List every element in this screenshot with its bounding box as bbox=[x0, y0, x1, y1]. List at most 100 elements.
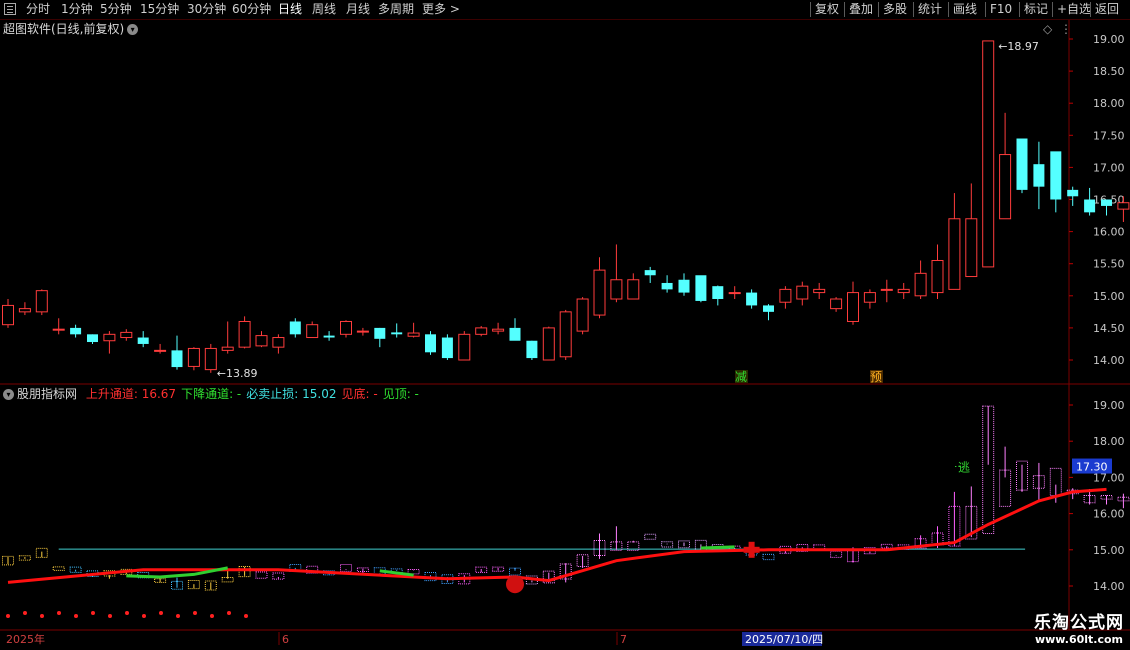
candle-body-down bbox=[1016, 138, 1028, 190]
candle-body-down bbox=[425, 334, 436, 353]
candle-body-up bbox=[914, 272, 927, 297]
candle-body-up bbox=[796, 285, 809, 300]
candle-body-up bbox=[948, 218, 961, 290]
watermark-url: www.60lt.com bbox=[1034, 633, 1124, 646]
bottom-dot-marker bbox=[125, 611, 129, 615]
candle-body-up bbox=[255, 335, 268, 347]
candle-body-up bbox=[542, 327, 555, 361]
candle-body-down bbox=[171, 350, 183, 368]
bottom-signal-cross bbox=[506, 575, 524, 594]
price-axis-label: 18.50 bbox=[1093, 65, 1125, 78]
candle-body-up bbox=[492, 328, 505, 332]
price-axis-label: 19.00 bbox=[1093, 33, 1125, 46]
candle-body-down bbox=[1033, 164, 1045, 187]
price-axis-label: 14.00 bbox=[1093, 354, 1125, 367]
bottom-dot-marker bbox=[57, 611, 61, 615]
candle-body-down bbox=[137, 337, 149, 344]
candle-body-down bbox=[289, 321, 301, 335]
marker-reduce-label: 减 bbox=[735, 370, 747, 384]
price-axis-label: 17.00 bbox=[1093, 161, 1125, 174]
candle-body-up bbox=[187, 347, 200, 367]
candle-body-up bbox=[204, 347, 217, 371]
candle-body-down bbox=[763, 305, 774, 312]
candle-body-down bbox=[526, 340, 538, 359]
candle-body-up bbox=[103, 333, 116, 342]
marker-forecast-label: 预 bbox=[870, 370, 882, 384]
indicator-axis-label: 14.00 bbox=[1093, 580, 1125, 593]
bottom-dot-marker bbox=[6, 614, 10, 618]
watermark-title: 乐淘公式网 bbox=[1034, 613, 1124, 633]
candle-body-up bbox=[863, 292, 876, 303]
indicator-bar-body bbox=[644, 533, 657, 540]
candle-body-up bbox=[610, 279, 623, 300]
candle-body-down bbox=[509, 327, 521, 341]
candle-body-up bbox=[847, 292, 859, 322]
candle-body-up bbox=[458, 333, 471, 361]
candle-body-up bbox=[576, 298, 589, 332]
candle-body-down bbox=[87, 334, 98, 343]
bottom-dot-marker bbox=[91, 611, 95, 615]
candle-body-up bbox=[52, 328, 65, 331]
candle-body-up bbox=[965, 218, 978, 278]
candle-body-down bbox=[1084, 199, 1096, 213]
cursor-date-label: 2025/07/10/四 bbox=[745, 633, 823, 646]
candle-body-down bbox=[644, 270, 656, 276]
candle-body-up bbox=[1117, 202, 1130, 210]
price-axis-label: 18.00 bbox=[1093, 97, 1125, 110]
watermark: 乐淘公式网 www.60lt.com bbox=[1034, 608, 1124, 646]
time-axis-label: 2025年 bbox=[6, 632, 45, 646]
escape-signal-label: 逃 bbox=[958, 461, 970, 475]
price-axis-label: 15.00 bbox=[1093, 290, 1125, 303]
candle-body-up bbox=[407, 332, 420, 337]
time-axis-label: 7 bbox=[620, 633, 627, 646]
candle-body-up bbox=[593, 269, 606, 316]
candle-body-up bbox=[728, 292, 741, 295]
kline-chart[interactable]: 19.0018.5018.0017.5017.0016.5016.0015.50… bbox=[0, 0, 1130, 650]
candle-body-up bbox=[272, 337, 285, 348]
bottom-dot-marker bbox=[227, 611, 231, 615]
candle-body-down bbox=[441, 337, 453, 359]
candle-body-up bbox=[779, 288, 792, 303]
candle-body-up bbox=[340, 320, 352, 335]
indicator-axis-label: 16.00 bbox=[1093, 508, 1125, 521]
indicator-bar-body bbox=[830, 550, 843, 558]
candle-body-down bbox=[1050, 151, 1062, 200]
candle-body-up bbox=[999, 154, 1012, 220]
candle-body-up bbox=[931, 259, 944, 294]
candle-body-down bbox=[391, 332, 403, 335]
candle-body-down bbox=[678, 279, 690, 293]
candle-body-down bbox=[746, 292, 758, 306]
bottom-dot-marker bbox=[142, 614, 146, 618]
candle-body-up bbox=[880, 288, 893, 291]
bottom-dot-marker bbox=[176, 614, 180, 618]
candle-body-up bbox=[18, 308, 31, 313]
candle-body-up bbox=[2, 304, 14, 326]
candle-body-up bbox=[356, 330, 369, 333]
candle-body-down bbox=[661, 282, 673, 290]
low-price-label: ←13.89 bbox=[217, 367, 258, 380]
bottom-dot-marker bbox=[74, 614, 78, 618]
high-price-label: ←18.97 bbox=[998, 40, 1039, 53]
price-axis-label: 17.50 bbox=[1093, 129, 1125, 142]
candle-body-up bbox=[306, 324, 319, 339]
up-channel-line bbox=[7, 487, 1107, 584]
candle-body-down bbox=[695, 275, 707, 301]
bottom-dot-marker bbox=[193, 611, 197, 615]
candle-body-down bbox=[712, 286, 724, 300]
price-axis-label: 15.50 bbox=[1093, 258, 1125, 271]
candle-body-up bbox=[897, 288, 910, 294]
candle-body-down bbox=[374, 327, 386, 339]
time-axis-label: 6 bbox=[282, 633, 289, 646]
candle-body-up bbox=[154, 349, 167, 352]
candle-body-up bbox=[35, 290, 48, 313]
bottom-dot-marker bbox=[108, 614, 112, 618]
bottom-dot-marker bbox=[159, 611, 163, 615]
cross-signal bbox=[748, 541, 755, 558]
down-channel-line bbox=[700, 545, 735, 550]
indicator-bar-body bbox=[340, 563, 352, 572]
indicator-bar-body bbox=[255, 571, 268, 579]
indicator-axis-label: 18.00 bbox=[1093, 435, 1125, 448]
candle-body-up bbox=[830, 298, 843, 310]
candle-body-up bbox=[982, 40, 995, 268]
candle-body-up bbox=[813, 288, 826, 294]
